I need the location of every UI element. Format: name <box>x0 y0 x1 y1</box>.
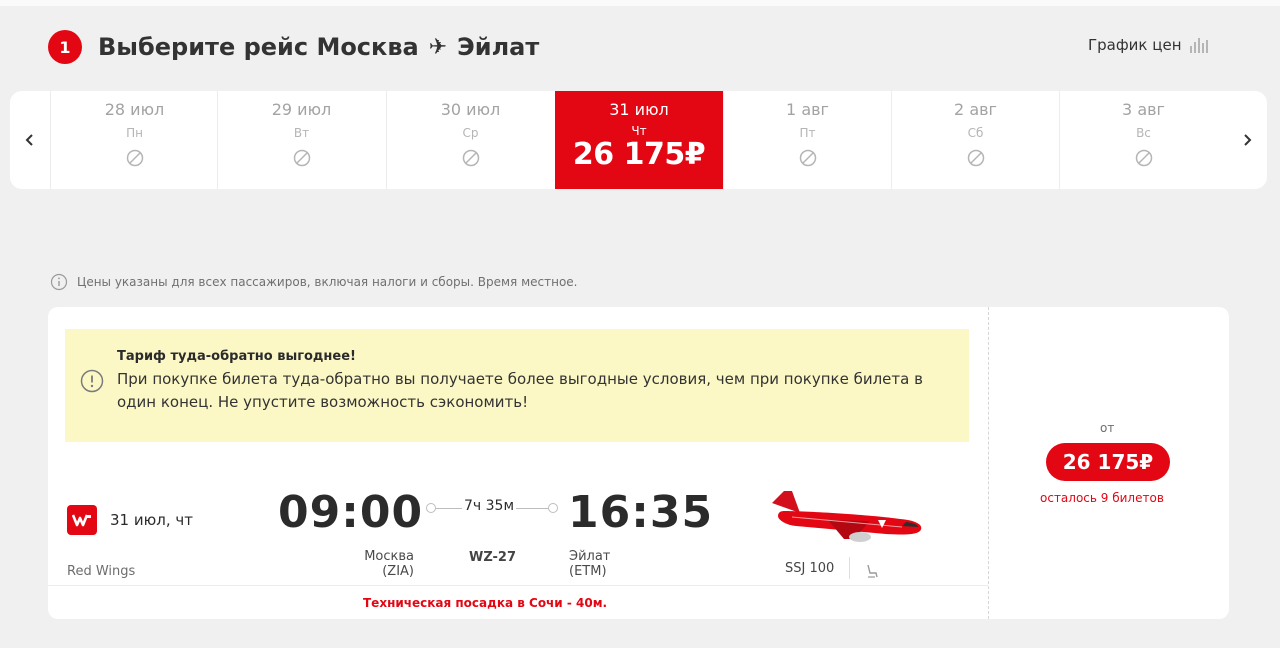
plane-icon: ✈ <box>428 34 448 60</box>
date-label: 1 авг <box>786 100 829 119</box>
arrival-time: 16:35 <box>568 487 714 538</box>
weekday-label: Сб <box>967 126 984 140</box>
weekday-label: Вс <box>1136 126 1151 140</box>
date-item-3-selected[interactable]: 31 июл Чт 26 175₽ <box>555 91 723 189</box>
price-button[interactable]: 26 175₽ <box>1046 443 1170 481</box>
flight-card[interactable]: Тариф туда-обратно выгоднее! При покупке… <box>48 307 1229 619</box>
weekday-label: Пт <box>799 126 816 140</box>
info-note: Цены указаны для всех пассажиров, включа… <box>50 273 578 291</box>
unavailable-icon <box>462 149 479 167</box>
seat-icon <box>867 564 878 578</box>
unavailable-icon <box>967 149 984 167</box>
info-icon <box>50 273 68 291</box>
prev-dates-button[interactable] <box>10 91 50 189</box>
departure-code: (ZIA) <box>382 564 414 579</box>
date-label: 3 авг <box>1122 100 1165 119</box>
title-prefix: Выберите рейс <box>98 33 309 61</box>
date-item-2[interactable]: 30 июл Ср <box>386 91 554 189</box>
page-title: Выберите рейс Москва ✈ Эйлат <box>98 30 539 64</box>
unavailable-icon <box>126 149 143 167</box>
arrival-airport: Эйлат (ETM) <box>569 549 610 579</box>
next-dates-button[interactable] <box>1227 91 1267 189</box>
departure-city: Москва <box>364 549 414 564</box>
date-label: 28 июл <box>104 100 165 119</box>
date-selector: 28 июл Пн 29 июл Вт 30 июл Ср 31 июл Чт … <box>10 91 1267 189</box>
departure-airport: Москва (ZIA) <box>348 549 414 579</box>
date-item-1[interactable]: 29 июл Вт <box>217 91 385 189</box>
divider <box>48 585 988 586</box>
divider <box>849 557 850 579</box>
date-item-0[interactable]: 28 июл Пн <box>50 91 218 189</box>
aircraft-type: SSJ 100 <box>785 561 835 576</box>
price-from-label: от <box>1100 421 1115 435</box>
aircraft-image <box>772 491 922 542</box>
flight-number: WZ-27 <box>469 550 517 565</box>
bar-chart-icon <box>1189 37 1208 53</box>
chevron-left-icon <box>25 134 33 146</box>
weekday-label: Чт <box>631 124 647 138</box>
arrival-code: (ETM) <box>569 564 607 579</box>
origin-city: Москва <box>316 33 419 61</box>
date-item-4[interactable]: 1 авг Пт <box>723 91 891 189</box>
date-label: 29 июл <box>271 100 332 119</box>
date-label: 30 июл <box>440 100 501 119</box>
promo-title: Тариф туда-обратно выгоднее! <box>117 349 356 364</box>
weekday-label: Ср <box>462 126 479 140</box>
departure-time: 09:00 <box>278 487 424 538</box>
technical-stop-note: Техническая посадка в Сочи - 40м. <box>363 596 608 610</box>
unavailable-icon <box>293 149 310 167</box>
destination-city: Эйлат <box>457 33 540 61</box>
price-chart-link[interactable]: График цен <box>1088 36 1208 54</box>
flight-duration: 7ч 35м <box>462 498 517 514</box>
date-item-5[interactable]: 2 авг Сб <box>891 91 1059 189</box>
step-badge: 1 <box>48 30 82 64</box>
airline-name: Red Wings <box>67 564 136 579</box>
date-label: 2 авг <box>954 100 997 119</box>
date-label: 31 июл <box>609 100 669 119</box>
airline-logo <box>67 505 97 535</box>
weekday-label: Вт <box>293 126 310 140</box>
card-divider <box>988 307 989 619</box>
round-trip-promo: Тариф туда-обратно выгоднее! При покупке… <box>65 329 969 442</box>
arrival-city: Эйлат <box>569 549 611 564</box>
info-note-text: Цены указаны для всех пассажиров, включа… <box>77 275 578 289</box>
unavailable-icon <box>799 149 816 167</box>
weekday-label: Пн <box>126 126 143 140</box>
chevron-right-icon <box>1244 134 1252 146</box>
date-price: 26 175₽ <box>572 137 706 172</box>
price-chart-label: График цен <box>1088 36 1182 54</box>
warning-icon <box>80 369 104 393</box>
promo-body: При покупке билета туда-обратно вы получ… <box>117 370 923 411</box>
unavailable-icon <box>1135 149 1152 167</box>
top-strip <box>0 0 1280 6</box>
date-item-6[interactable]: 3 авг Вс <box>1059 91 1227 189</box>
seats-left: осталось 9 билетов <box>1040 491 1164 505</box>
flight-date: 31 июл, чт <box>110 511 193 529</box>
